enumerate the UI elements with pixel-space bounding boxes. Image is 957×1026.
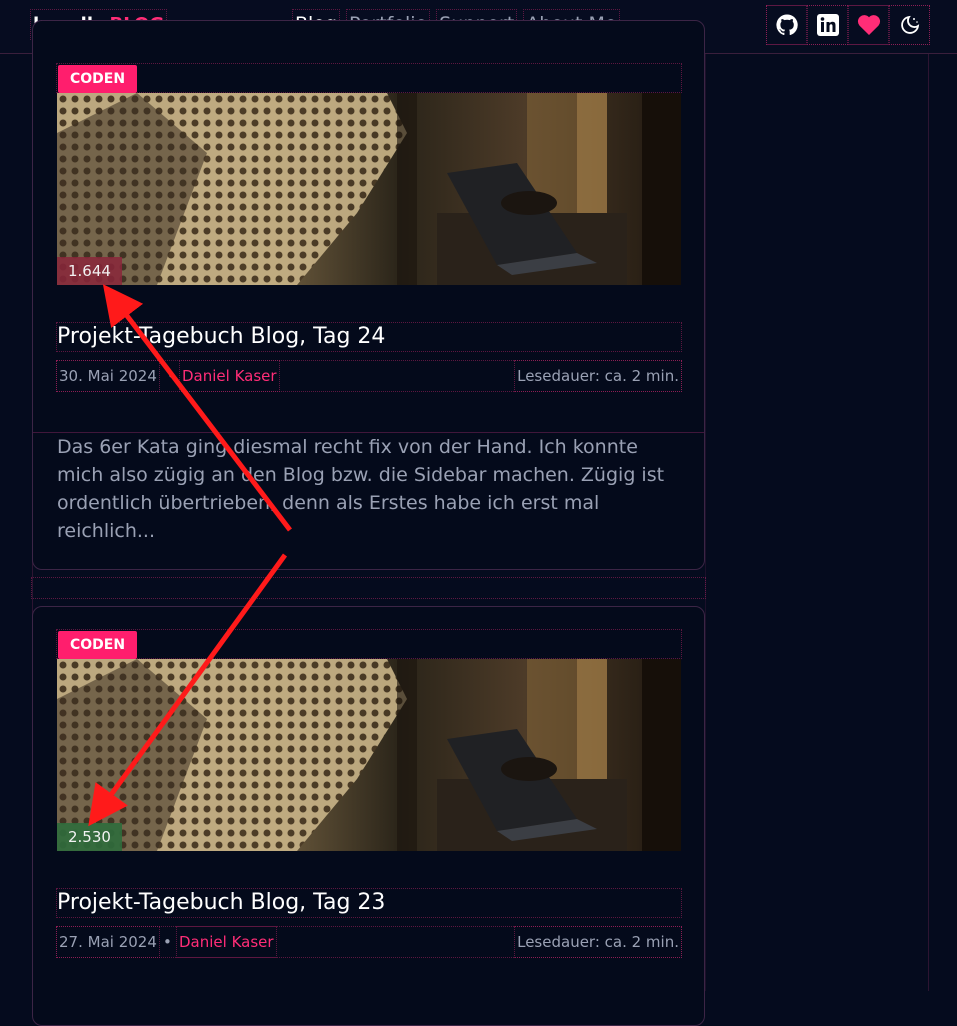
annotation-arrows bbox=[0, 0, 957, 991]
arrow-to-views-2 bbox=[100, 555, 285, 810]
arrow-to-views-1 bbox=[115, 300, 290, 530]
